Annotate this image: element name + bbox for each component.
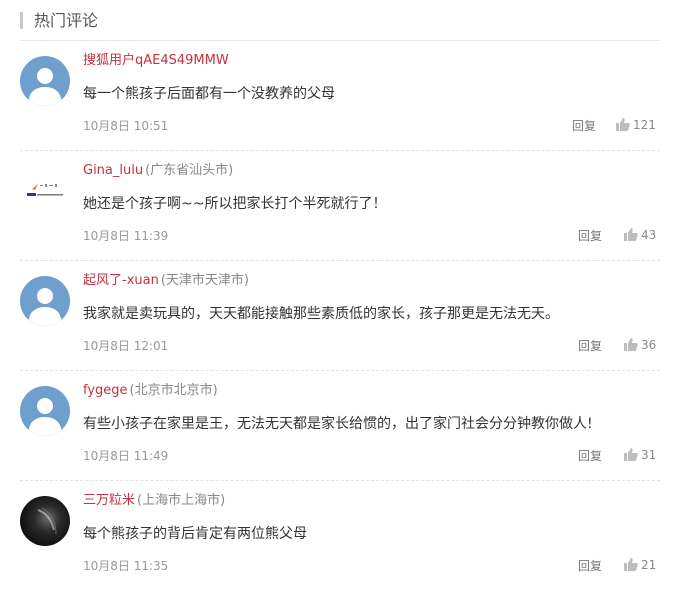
reply-button[interactable]: 回复 (578, 228, 602, 244)
like-count: 31 (641, 448, 657, 462)
comment-time: 10月8日 12:01 (83, 339, 169, 353)
username-link[interactable]: 搜狐用户qAE4S49MMW (83, 53, 229, 68)
like-button[interactable]: 21 (624, 557, 656, 575)
comment-text: 她还是个孩子啊~~所以把家长打个半死就行了！ (83, 196, 387, 212)
comment-time: 10月8日 11:39 (83, 229, 169, 243)
reply-button[interactable]: 回复 (572, 118, 596, 134)
reply-button[interactable]: 回复 (578, 448, 602, 464)
comment-time: 10月8日 11:49 (83, 449, 169, 463)
user-location: (上海市上海市) (137, 493, 226, 508)
comment-item: 搜狐用户qAE4S49MMW 每一个熊孩子后面都有一个没教养的父母 10月8日 … (20, 40, 660, 151)
comment-text: 每一个熊孩子后面都有一个没教养的父母 (83, 86, 335, 102)
comment-text: 每个熊孩子的背后肯定有两位熊父母 (83, 526, 307, 542)
like-button[interactable]: 31 (624, 447, 656, 465)
comment-meta: fygege (北京市北京市) (83, 382, 218, 400)
comment-meta: 搜狐用户qAE4S49MMW (83, 52, 229, 70)
comment-meta: Gina_lulu (广东省汕头市) (83, 162, 233, 180)
comment-meta: 三万粒米 (上海市上海市) (83, 492, 225, 510)
username-link[interactable]: 起风了-xuan (83, 273, 159, 288)
reply-button[interactable]: 回复 (578, 558, 602, 574)
like-count: 21 (641, 558, 657, 572)
header-accent-bar (20, 12, 23, 29)
default-avatar[interactable] (20, 276, 70, 326)
username-link[interactable]: 三万粒米 (83, 493, 135, 508)
user-location: (北京市北京市) (129, 383, 218, 398)
user-location: (广东省汕头市) (145, 163, 234, 178)
username-link[interactable]: fygege (83, 383, 128, 398)
default-avatar[interactable] (20, 386, 70, 436)
like-count: 36 (641, 338, 657, 352)
section-header: 热门评论 (20, 8, 660, 41)
user-location: (天津市天津市) (160, 273, 249, 288)
like-button[interactable]: 121 (616, 117, 656, 135)
section-title: 热门评论 (34, 11, 99, 30)
logo-avatar[interactable] (20, 166, 70, 216)
thumbs-up-icon (624, 448, 638, 465)
comment-meta: 起风了-xuan (天津市天津市) (83, 272, 249, 290)
comment-text: 有些小孩子在家里是王，无法无天都是家长给惯的，出了家门社会分分钟教你做人! (83, 416, 593, 432)
like-count: 121 (633, 118, 656, 132)
like-button[interactable]: 43 (624, 227, 656, 245)
comment-time: 10月8日 10:51 (83, 119, 169, 133)
like-count: 43 (641, 228, 657, 242)
comment-time: 10月8日 11:35 (83, 559, 169, 573)
default-avatar[interactable] (20, 56, 70, 106)
username-link[interactable]: Gina_lulu (83, 163, 143, 178)
comment-text: 我家就是卖玩具的，天天都能接触那些素质低的家长，孩子那更是无法无天。 (83, 306, 559, 322)
thumbs-up-icon (616, 118, 630, 135)
hot-comments-panel: 热门评论 搜狐用户qAE4S49MMW 每一个熊孩子后面都有一个没教养的父母 1… (0, 0, 682, 597)
comment-item: fygege (北京市北京市) 有些小孩子在家里是王，无法无天都是家长给惯的，出了… (20, 370, 660, 481)
like-button[interactable]: 36 (624, 337, 656, 355)
comment-item: 起风了-xuan (天津市天津市) 我家就是卖玩具的，天天都能接触那些素质低的家长… (20, 260, 660, 371)
comment-item: Gina_lulu (广东省汕头市) 她还是个孩子啊~~所以把家长打个半死就行了！… (20, 150, 660, 261)
comment-item: 三万粒米 (上海市上海市) 每个熊孩子的背后肯定有两位熊父母 10月8日 11:3… (20, 480, 660, 590)
thumbs-up-icon (624, 558, 638, 575)
thumbs-up-icon (624, 338, 638, 355)
photo-avatar[interactable] (20, 496, 70, 546)
thumbs-up-icon (624, 228, 638, 245)
reply-button[interactable]: 回复 (578, 338, 602, 354)
